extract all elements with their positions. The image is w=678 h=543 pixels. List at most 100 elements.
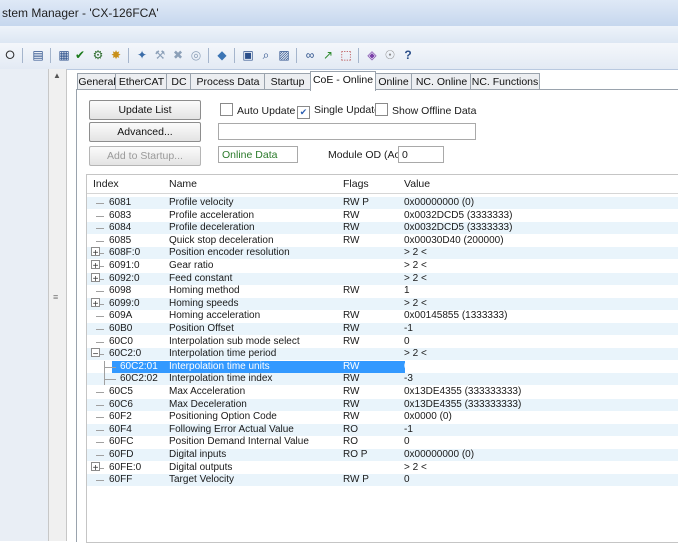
row-flags: RW [343, 335, 360, 347]
tab-ethercat[interactable]: EtherCAT [115, 73, 168, 90]
expand-icon[interactable]: + [91, 247, 100, 259]
row-value: > 2 < [404, 260, 427, 271]
table-row[interactable]: 60C2:02 Interpolation time index RW -3 [87, 373, 678, 386]
row-index: 60C6 [109, 398, 133, 410]
column-header-index[interactable]: Index [93, 178, 119, 190]
row-flags: RW [343, 323, 360, 334]
row-value: 0 [404, 436, 410, 448]
tools-icon[interactable]: ⚒ [152, 47, 168, 63]
row-flags: RW P [343, 197, 369, 208]
monitor-icon[interactable]: ▤ [30, 47, 46, 63]
table-row[interactable]: 60FD Digital inputs RO P 0x00000000 (0) [87, 449, 678, 461]
settings-icon[interactable]: ↗ [320, 47, 336, 63]
show-offline-checkbox[interactable]: Show Offline Data [375, 103, 476, 117]
column-header-value[interactable]: Value [404, 178, 430, 190]
tree-connector [96, 341, 104, 343]
row-flags: RW [343, 285, 360, 297]
table-row[interactable]: 609A Homing acceleration RW 0x00145855 (133… [87, 310, 678, 322]
check-config-icon[interactable]: ▦ [56, 47, 72, 63]
table-row[interactable]: 60FC Position Demand Internal Value RO 0 [87, 436, 678, 448]
single-update-checkbox[interactable]: ✔ Single Update [297, 103, 380, 119]
tab-coe-online[interactable]: CoE - Online [310, 71, 376, 91]
help-icon[interactable]: ? [400, 47, 416, 63]
gear-icon[interactable]: ⬚ [338, 47, 354, 63]
checkmark-icon[interactable]: ✔ [297, 106, 310, 119]
row-name: Quick stop deceleration [169, 234, 274, 246]
expand-icon[interactable]: + [91, 272, 100, 285]
options-icon[interactable]: ☉ [382, 47, 398, 63]
tree-connector [96, 215, 104, 217]
tree-connector [96, 417, 104, 419]
network-icon[interactable]: ✦ [134, 47, 150, 63]
tab-dc[interactable]: DC [166, 73, 192, 90]
tab-nc-functions[interactable]: NC. Functions [470, 73, 540, 90]
row-name: Profile velocity [169, 197, 234, 208]
row-value: 0x0A (10) [404, 360, 447, 372]
table-row[interactable]: +6092:0 Feed constant > 2 < [87, 272, 678, 285]
activate-config-icon[interactable]: ⚙ [90, 47, 106, 63]
target-icon[interactable]: ✖ [170, 47, 186, 63]
row-name: Max Deceleration [169, 398, 247, 410]
panel-icon[interactable]: ◆ [214, 47, 230, 63]
auto-update-label: Auto Update [237, 105, 296, 117]
module-od-input[interactable]: 0 [398, 146, 444, 163]
tab-nc-online[interactable]: NC. Online [411, 73, 472, 90]
open-icon[interactable]: ⭘ [2, 47, 18, 63]
expand-icon[interactable]: + [91, 461, 100, 474]
search-icon[interactable]: ▣ [240, 47, 256, 63]
menu-strip [0, 26, 678, 44]
row-flags: RW [343, 398, 360, 410]
add-to-startup-button[interactable]: Add to Startup... [89, 146, 201, 166]
tab-process-data[interactable]: Process Data [190, 73, 266, 90]
table-row[interactable]: 60F2 Positioning Option Code RW 0x0000 (0) [87, 411, 678, 423]
info-icon[interactable]: ◈ [364, 47, 380, 63]
table-row[interactable]: +6099:0 Homing speeds > 2 < [87, 297, 678, 310]
table-row[interactable]: +60FE:0 Digital outputs > 2 < [87, 461, 678, 474]
table-row[interactable]: +6091:0 Gear ratio > 2 < [87, 260, 678, 272]
chart-icon[interactable]: ⌕ [258, 47, 274, 63]
tab-online[interactable]: Online [374, 73, 413, 90]
scope-icon[interactable]: ▨ [276, 47, 292, 63]
row-index: 6083 [109, 209, 132, 221]
collapse-icon[interactable]: − [91, 348, 100, 360]
table-row[interactable]: 60B0 Position Offset RW -1 [87, 323, 678, 335]
tab-startup[interactable]: Startup [264, 73, 311, 90]
table-row[interactable]: 60C5 Max Acceleration RW 0x13DE4355 (333333… [87, 386, 678, 398]
table-row[interactable]: 6083 Profile acceleration RW 0x0032DCD5 (33… [87, 210, 678, 222]
table-row[interactable]: 6084 Profile deceleration RW 0x0032DCD5 (33… [87, 222, 678, 235]
update-list-button[interactable]: Update List [89, 100, 201, 120]
checkmark-icon[interactable]: ✔ [72, 47, 88, 63]
auto-update-checkbox[interactable]: Auto Update [220, 103, 295, 117]
table-row[interactable]: 6081 Profile velocity RW P 0x00000000 (0) [87, 197, 678, 209]
table-row[interactable]: 60FF Target Velocity RW P 0 [87, 474, 678, 487]
run-mode-icon[interactable]: ✸ [108, 47, 124, 63]
advanced-button[interactable]: Advanced... [89, 122, 201, 142]
expand-icon[interactable]: + [91, 297, 100, 310]
table-row[interactable]: 60C6 Max Deceleration RW 0x13DE4355 (333333… [87, 398, 678, 411]
tab-general[interactable]: General [77, 73, 117, 90]
table-row[interactable]: 60C0 Interpolation sub mode select RW 0 [87, 336, 678, 348]
arrow-icon[interactable]: ◎ [188, 47, 204, 63]
column-header-name[interactable]: Name [169, 178, 197, 190]
row-value: 0 [404, 474, 410, 486]
row-index: 60FF [109, 474, 133, 486]
tree-connector [96, 316, 104, 318]
row-value: 0 [404, 335, 410, 347]
show-offline-check-box[interactable] [375, 103, 388, 116]
table-row[interactable]: 6085 Quick stop deceleration RW 0x00030D40 … [87, 235, 678, 247]
info-text-field[interactable] [218, 123, 476, 140]
expand-icon[interactable]: + [91, 260, 100, 272]
scroll-grip-icon[interactable]: ≡ [53, 292, 58, 302]
solution-tree-panel [0, 69, 48, 541]
table-row[interactable]: −60C2:0 Interpolation time period > 2 < [87, 348, 678, 361]
route-icon[interactable]: ∞ [302, 47, 318, 63]
auto-update-check-box[interactable] [220, 103, 233, 116]
table-row[interactable]: 60C2:01 Interpolation time units RW 0x0A (1… [87, 360, 678, 373]
vertical-scrollbar[interactable]: ▲ ≡ [48, 69, 67, 541]
row-value: > 2 < [404, 297, 427, 309]
scroll-up-icon[interactable]: ▲ [53, 71, 61, 80]
column-header-flags[interactable]: Flags [343, 178, 369, 190]
table-row[interactable]: 60F4 Following Error Actual Value RO -1 [87, 423, 678, 436]
table-row[interactable]: +608F:0 Position encoder resolution > 2 < [87, 247, 678, 260]
table-row[interactable]: 6098 Homing method RW 1 [87, 285, 678, 297]
